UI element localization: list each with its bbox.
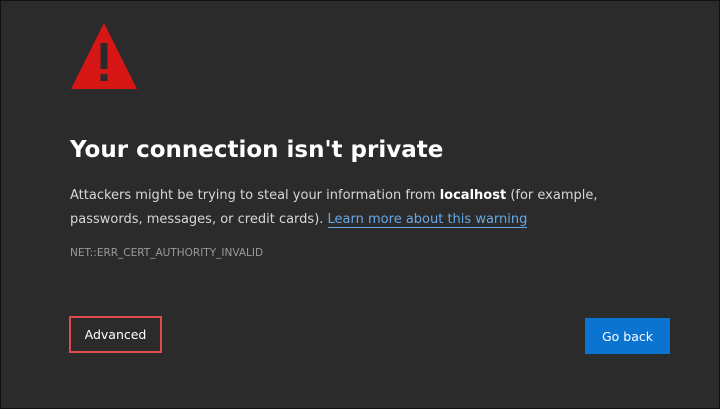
page-title: Your connection isn't private xyxy=(70,137,444,163)
go-back-button[interactable]: Go back xyxy=(585,318,670,354)
warning-triangle-icon xyxy=(71,23,137,89)
learn-more-link[interactable]: Learn more about this warning xyxy=(327,212,528,228)
error-code: NET::ERR_CERT_AUTHORITY_INVALID xyxy=(70,247,264,259)
error-page: Your connection isn't private Attackers … xyxy=(0,0,720,409)
host-name: localhost xyxy=(439,188,507,203)
advanced-button[interactable]: Advanced xyxy=(69,316,162,353)
warning-description: Attackers might be trying to steal your … xyxy=(70,184,670,232)
description-prefix: Attackers might be trying to steal your … xyxy=(70,188,440,203)
